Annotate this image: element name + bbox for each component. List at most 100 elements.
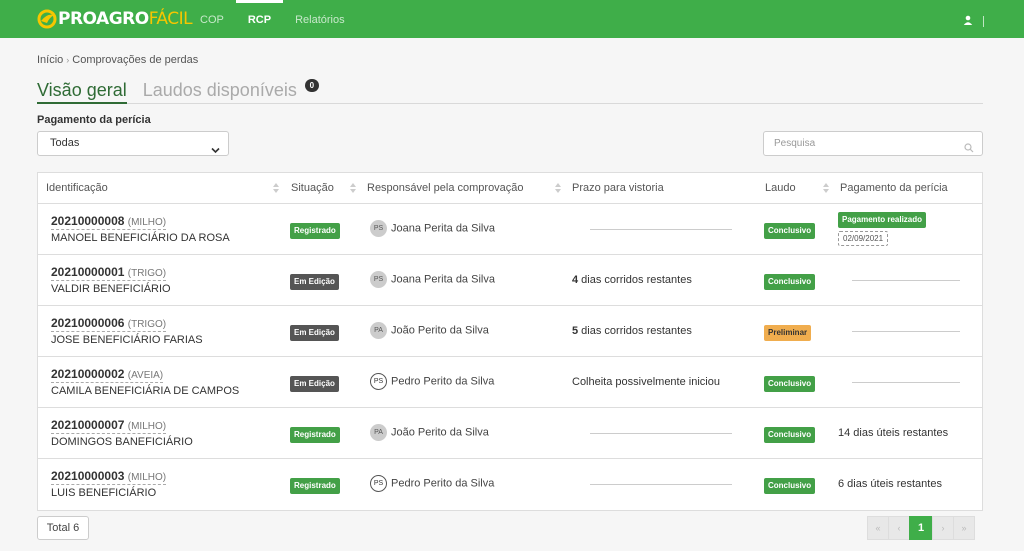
page-prev[interactable]: ‹ [888,516,910,540]
table-row[interactable]: 20210000002 (AVEIA) CAMILA BENEFICIÁRIA D… [38,357,982,408]
main-nav: COP RCP Relatórios [188,0,357,38]
laudo-badge[interactable]: Conclusivo [764,274,816,290]
responsible-cell: PS Joana Perita da Silva [370,271,495,288]
deadline-text: dias corridos restantes [578,274,692,286]
col-situacao[interactable]: Situação [291,173,334,204]
payment-filter-select[interactable]: Todas [37,131,229,156]
laudo-cell: Conclusivo [764,223,816,239]
deadline-empty-line [590,484,732,485]
search-input[interactable]: Pesquisa [763,131,983,156]
payment-empty-line [852,331,960,332]
avatar: PS [370,271,387,288]
table-row[interactable]: 20210000001 (TRIGO) VALDIR BENEFICIÁRIO Em… [38,255,982,306]
page-first[interactable]: « [867,516,889,540]
proof-id: 20210000001 [51,265,125,279]
filter-label: Pagamento da perícia [37,114,151,126]
col-prazo[interactable]: Prazo para vistoria [572,173,664,204]
nav-cop[interactable]: COP [188,0,236,38]
responsible-name: João Perito da Silva [391,426,489,439]
breadcrumb: Início › Comprovações de perdas [37,54,198,66]
status-cell: Registrado [290,223,340,239]
proof-crop: (MILHO) [127,472,167,483]
responsible-cell: PS Pedro Perito da Silva [370,373,494,390]
identification-cell: 20210000008 (MILHO) MANOEL BENEFICIÁRIO D… [51,214,230,244]
proof-id: 20210000002 [51,367,125,381]
proof-id-link[interactable]: 20210000006 (TRIGO) [51,316,167,332]
laudo-badge[interactable]: Conclusivo [764,376,816,392]
sort-icon[interactable] [273,183,279,193]
identification-cell: 20210000001 (TRIGO) VALDIR BENEFICIÁRIO [51,265,171,295]
page-next[interactable]: › [932,516,954,540]
laudo-cell: Preliminar [764,325,812,341]
beneficiary-name: JOSE BENEFICIÁRIO FARIAS [51,334,203,346]
proof-id-link[interactable]: 20210000007 (MILHO) [51,418,167,434]
proof-id-link[interactable]: 20210000003 (MILHO) [51,469,167,485]
avatar: PA [370,424,387,441]
user-divider [983,15,984,27]
tab-visao-geral[interactable]: Visão geral [37,78,127,104]
proof-crop: (TRIGO) [127,268,167,279]
nav-relatorios[interactable]: Relatórios [283,0,357,38]
beneficiary-name: LUIS BENEFICIÁRIO [51,487,157,499]
app-logo[interactable]: PROAGROFÁCIL [37,7,193,31]
col-identificacao[interactable]: Identificação [46,173,108,204]
laudo-badge[interactable]: Conclusivo [764,427,816,443]
table-row[interactable]: 20210000006 (TRIGO) JOSE BENEFICIÁRIO FAR… [38,306,982,357]
proof-crop: (MILHO) [127,217,167,228]
sort-icon[interactable] [555,183,561,193]
responsible-name: Pedro Perito da Silva [391,375,495,388]
laudo-badge[interactable]: Conclusivo [764,223,816,239]
search-placeholder: Pesquisa [774,138,816,149]
identification-cell: 20210000002 (AVEIA) CAMILA BENEFICIÁRIA D… [51,367,239,397]
responsible-cell: PS Joana Perita da Silva [370,220,495,237]
responsible-cell: PA João Perito da Silva [370,322,489,339]
payment-cell: 6 dias úteis restantes [838,478,942,490]
page-1[interactable]: 1 [909,516,933,540]
table-row[interactable]: 20210000008 (MILHO) MANOEL BENEFICIÁRIO D… [38,204,982,255]
proof-id-link[interactable]: 20210000001 (TRIGO) [51,265,167,281]
table-row[interactable]: 20210000003 (MILHO) LUIS BENEFICIÁRIO Regi… [38,459,982,510]
laudo-cell: Conclusivo [764,478,816,494]
sort-icon[interactable] [823,183,829,193]
tab-laudos-disponiveis[interactable]: Laudos disponíveis 0 [143,78,319,104]
proof-id-link[interactable]: 20210000008 (MILHO) [51,214,167,230]
proof-id: 20210000006 [51,316,125,330]
payment-empty-line [852,280,960,281]
beneficiary-name: MANOEL BENEFICIÁRIO DA ROSA [51,232,230,244]
responsible-cell: PA João Perito da Silva [370,424,489,441]
laudo-badge[interactable]: Preliminar [764,325,812,341]
proof-crop: (AVEIA) [127,370,164,381]
payment-empty-line [852,382,960,383]
tab-laudos-count-badge: 0 [304,79,319,92]
status-cell: Registrado [290,427,340,443]
tabs: Visão geral Laudos disponíveis 0 [37,78,983,104]
status-badge: Registrado [290,223,340,239]
logo-leaf-icon [37,9,57,29]
user-icon[interactable] [963,12,973,30]
laudo-cell: Conclusivo [764,376,816,392]
nav-rcp[interactable]: RCP [235,0,284,38]
laudo-badge[interactable]: Conclusivo [764,478,816,494]
table-row[interactable]: 20210000007 (MILHO) DOMINGOS BANEFICIÁRIO… [38,408,982,459]
search-icon [964,139,974,162]
breadcrumb-separator-icon: › [66,55,70,65]
col-laudo[interactable]: Laudo [765,173,796,204]
deadline-cell: Colheita possivelmente iniciou [572,376,720,388]
proof-id: 20210000007 [51,418,125,432]
col-responsavel[interactable]: Responsável pela comprovação [367,173,524,204]
avatar: PA [370,322,387,339]
status-badge: Registrado [290,478,340,494]
proof-id-link[interactable]: 20210000002 (AVEIA) [51,367,164,383]
page-last[interactable]: » [953,516,975,540]
breadcrumb-home[interactable]: Início [37,54,63,66]
laudo-cell: Conclusivo [764,427,816,443]
sort-icon[interactable] [350,183,356,193]
status-badge: Em Edição [290,376,339,392]
responsible-name: Pedro Perito da Silva [391,477,495,490]
col-pagamento[interactable]: Pagamento da perícia [840,173,948,204]
responsible-cell: PS Pedro Perito da Silva [370,475,494,492]
status-cell: Em Edição [290,325,339,341]
proof-table: Identificação Situação Responsável pela … [37,172,983,511]
status-cell: Em Edição [290,376,339,392]
beneficiary-name: DOMINGOS BANEFICIÁRIO [51,436,193,448]
